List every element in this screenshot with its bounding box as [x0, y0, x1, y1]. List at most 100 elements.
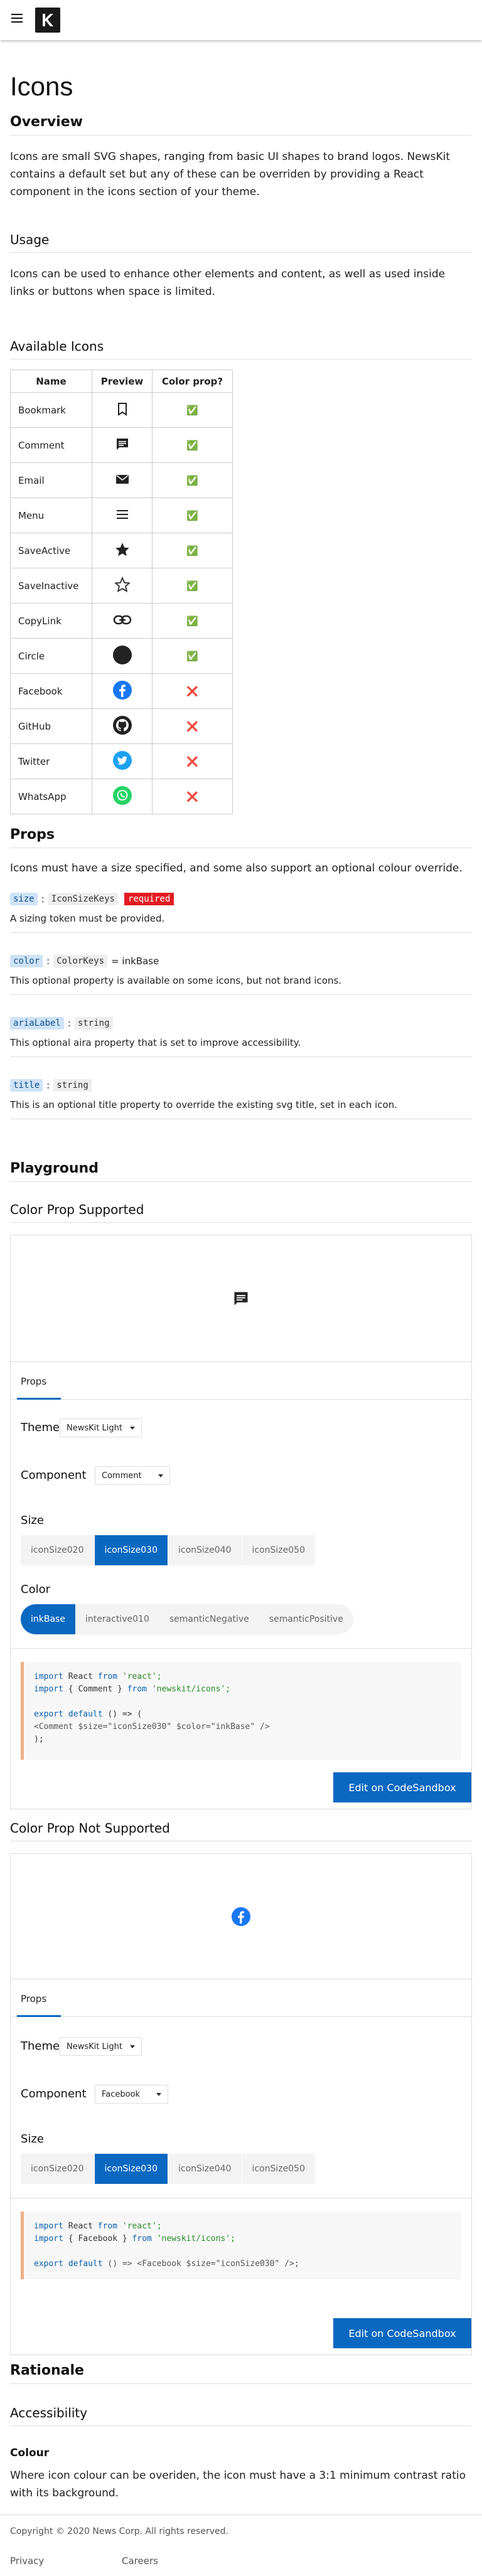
color-label: Color	[21, 1583, 50, 1596]
color-prop-value: ❌	[152, 673, 233, 709]
prop-description: A sizing token must be provided.	[10, 911, 472, 933]
component-select[interactable]: Comment	[95, 1466, 170, 1485]
prop-color: color : ColorKeys = inkBase	[10, 952, 472, 971]
table-row: CopyLink ✅	[10, 603, 233, 639]
prop-description: This is an optional title property to ov…	[10, 1097, 472, 1119]
column-header-name: Name	[10, 370, 92, 393]
size-option-selected[interactable]: iconSize030	[94, 2154, 168, 2184]
prop-title: title : string	[10, 1076, 472, 1095]
size-option[interactable]: iconSize020	[21, 2154, 95, 2184]
main-content: Icons Overview Icons are small SVG shape…	[10, 40, 472, 2499]
colour-text: Where icon colour can be overiden, the i…	[10, 2469, 466, 2499]
icon-name: SaveInactive	[10, 568, 92, 604]
color-option[interactable]: semanticNegative	[159, 1604, 259, 1634]
table-row: Circle ✅	[10, 638, 233, 674]
playground-supported: Props Theme NewsKit Light Component Comm…	[10, 1235, 472, 1809]
icon-name: Email	[10, 462, 92, 498]
twitter-icon	[112, 750, 132, 770]
color-prop-value: ✅	[152, 427, 233, 463]
bookmark-icon	[117, 402, 127, 416]
size-option-selected[interactable]: iconSize030	[94, 1535, 168, 1565]
icon-name: Menu	[10, 498, 92, 533]
component-label: Component	[21, 2087, 87, 2100]
icon-name: Circle	[10, 638, 92, 674]
newskit-logo[interactable]	[35, 8, 60, 33]
tab-props[interactable]: Props	[21, 1376, 46, 1387]
color-prop-value: ✅	[152, 638, 233, 674]
table-row: WhatsApp ❌	[10, 779, 233, 814]
table-row: SaveInactive ✅	[10, 568, 233, 604]
facebook-icon	[232, 1907, 250, 1926]
overview-text: Icons are small SVG shapes, ranging from…	[10, 151, 451, 198]
theme-select[interactable]: NewsKit Light	[60, 1418, 142, 1437]
chevron-down-icon	[158, 1474, 163, 1477]
tab-underline	[17, 2015, 61, 2017]
component-select[interactable]: Facebook	[95, 2085, 169, 2104]
prop-type: ColorKeys	[53, 955, 108, 967]
facebook-icon	[112, 680, 132, 700]
theme-value: NewsKit Light	[67, 2041, 122, 2052]
playground-heading: Playground	[10, 1161, 472, 1182]
column-header-preview: Preview	[92, 370, 153, 393]
tab-props[interactable]: Props	[21, 1993, 46, 2004]
color-option-selected[interactable]: inkBase	[21, 1604, 75, 1634]
prop-type: string	[74, 1017, 113, 1030]
theme-label: Theme	[21, 1421, 60, 1434]
component-value: Comment	[102, 1471, 142, 1481]
size-option[interactable]: iconSize050	[242, 1535, 316, 1565]
color-prop-value: ✅	[152, 498, 233, 533]
props-heading: Props	[10, 827, 472, 848]
icon-preview	[11, 1854, 471, 1979]
color-segmented-control: inkBase interactive010 semanticNegative …	[21, 1604, 353, 1634]
edit-on-codesandbox-button[interactable]: Edit on CodeSandbox	[333, 2318, 471, 2348]
props-intro: Icons must have a size specified, and so…	[10, 862, 463, 875]
footer-link-careers[interactable]: Careers	[122, 2555, 158, 2567]
color-prop-supported-heading: Color Prop Supported	[10, 1202, 472, 1223]
comment-icon	[234, 1292, 248, 1305]
theme-select[interactable]: NewsKit Light	[60, 2037, 142, 2056]
menu-icon[interactable]	[11, 14, 23, 23]
prop-name: title	[10, 1079, 43, 1092]
available-icons-heading: Available Icons	[10, 339, 472, 359]
overview-heading: Overview	[10, 114, 472, 136]
size-option[interactable]: iconSize020	[21, 1535, 95, 1565]
color-option[interactable]: interactive010	[75, 1604, 159, 1634]
usage-text: Icons can be used to enhance other eleme…	[10, 268, 446, 298]
color-prop-value: ✅	[152, 533, 233, 568]
star-outline-icon	[114, 576, 131, 592]
size-option[interactable]: iconSize050	[242, 2154, 316, 2184]
table-row: Twitter ❌	[10, 743, 233, 779]
top-bar	[0, 0, 482, 40]
table-row: SaveActive ✅	[10, 533, 233, 568]
prop-name: ariaLabel	[10, 1017, 64, 1030]
chevron-down-icon	[129, 1426, 135, 1430]
table-row: Comment ✅	[10, 427, 233, 463]
table-row: GitHub ❌	[10, 708, 233, 744]
playground-not-supported: Props Theme NewsKit Light Component Face…	[10, 1853, 472, 2355]
prop-type: IconSizeKeys	[48, 893, 118, 905]
chevron-down-icon	[156, 2092, 162, 2096]
color-option[interactable]: semanticPositive	[259, 1604, 353, 1634]
email-icon	[115, 474, 129, 484]
link-icon	[113, 615, 131, 624]
menu-icon	[116, 509, 128, 519]
code-sample: import React from 'react'; import { Face…	[21, 2211, 461, 2279]
size-option[interactable]: iconSize040	[168, 1535, 242, 1565]
color-prop-value: ❌	[152, 708, 233, 744]
color-prop-value: ✅	[152, 392, 233, 428]
column-header-color-prop: Color prop?	[152, 370, 233, 393]
table-row: Facebook ❌	[10, 673, 233, 709]
comment-icon	[116, 438, 128, 450]
icon-name: Bookmark	[10, 392, 92, 428]
props-tabbar: Props	[11, 1362, 471, 1400]
circle-icon	[112, 645, 132, 664]
prop-name: color	[10, 955, 43, 967]
component-value: Facebook	[102, 2089, 141, 2099]
icon-name: SaveActive	[10, 533, 92, 568]
edit-on-codesandbox-button[interactable]: Edit on CodeSandbox	[333, 1772, 471, 1802]
size-option[interactable]: iconSize040	[168, 2154, 242, 2184]
copyright-text: Copyright © 2020 News Corp. All rights r…	[10, 2526, 228, 2536]
footer-link-privacy[interactable]: Privacy	[10, 2555, 44, 2567]
footer: Copyright © 2020 News Corp. All rights r…	[0, 2515, 482, 2576]
icon-name: Twitter	[10, 743, 92, 779]
